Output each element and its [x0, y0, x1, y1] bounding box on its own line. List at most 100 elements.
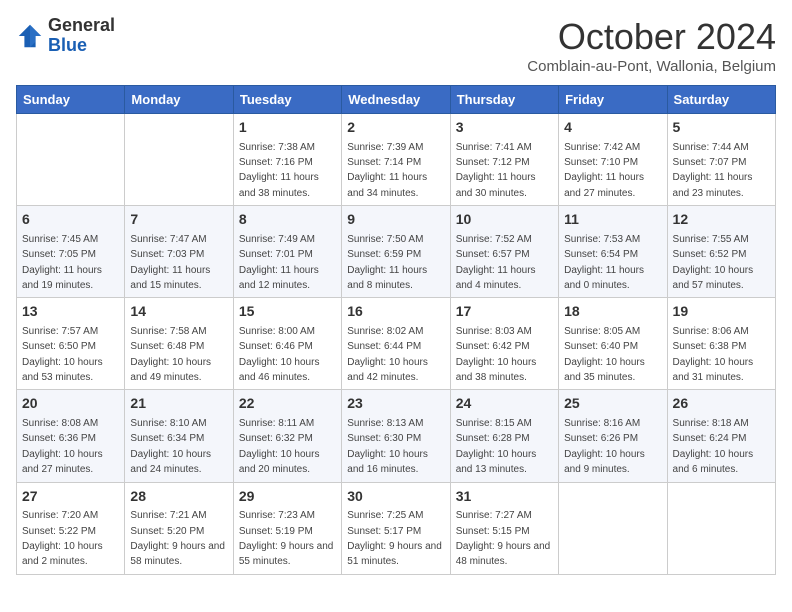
- calendar-cell: 12 Sunrise: 7:55 AM Sunset: 6:52 PM Dayli…: [667, 206, 775, 298]
- day-info: Sunrise: 7:42 AM Sunset: 7:10 PM Dayligh…: [564, 142, 647, 199]
- day-number: 7: [130, 210, 227, 230]
- day-info: Sunrise: 7:47 AM Sunset: 7:03 PM Dayligh…: [130, 234, 213, 291]
- day-info: Sunrise: 7:58 AM Sunset: 6:48 PM Dayligh…: [130, 326, 213, 383]
- calendar-cell: 15 Sunrise: 8:00 AM Sunset: 6:46 PM Dayli…: [233, 298, 341, 390]
- day-info: Sunrise: 8:06 AM Sunset: 6:38 PM Dayligh…: [673, 326, 756, 383]
- logo: General Blue: [16, 16, 115, 56]
- day-info: Sunrise: 7:41 AM Sunset: 7:12 PM Dayligh…: [456, 142, 539, 199]
- day-number: 25: [564, 394, 661, 414]
- day-number: 20: [22, 394, 119, 414]
- day-number: 18: [564, 302, 661, 322]
- calendar-week-row: 20 Sunrise: 8:08 AM Sunset: 6:36 PM Dayli…: [17, 390, 776, 482]
- calendar-week-row: 6Sunrise: 7:45 AM Sunset: 7:05 PM Daylig…: [17, 206, 776, 298]
- column-header-friday: Friday: [559, 86, 667, 114]
- day-info: Sunrise: 8:15 AM Sunset: 6:28 PM Dayligh…: [456, 418, 539, 475]
- calendar-cell: [17, 114, 125, 206]
- month-title: October 2024: [527, 16, 776, 58]
- day-number: 19: [673, 302, 770, 322]
- calendar-cell: [667, 482, 775, 574]
- day-number: 3: [456, 118, 553, 138]
- page-header: General Blue October 2024 Comblain-au-Po…: [16, 16, 776, 75]
- location-subtitle: Comblain-au-Pont, Wallonia, Belgium: [527, 58, 776, 75]
- day-info: Sunrise: 8:18 AM Sunset: 6:24 PM Dayligh…: [673, 418, 756, 475]
- column-header-wednesday: Wednesday: [342, 86, 450, 114]
- column-header-sunday: Sunday: [17, 86, 125, 114]
- column-header-thursday: Thursday: [450, 86, 558, 114]
- calendar-cell: 1 Sunrise: 7:38 AM Sunset: 7:16 PM Daylig…: [233, 114, 341, 206]
- day-info: Sunrise: 8:00 AM Sunset: 6:46 PM Dayligh…: [239, 326, 322, 383]
- day-info: Sunrise: 7:53 AM Sunset: 6:54 PM Dayligh…: [564, 234, 647, 291]
- day-number: 28: [130, 487, 227, 507]
- day-info: Sunrise: 7:25 AM Sunset: 5:17 PM Dayligh…: [347, 510, 444, 567]
- day-info: Sunrise: 8:02 AM Sunset: 6:44 PM Dayligh…: [347, 326, 430, 383]
- calendar-cell: 25 Sunrise: 8:16 AM Sunset: 6:26 PM Dayli…: [559, 390, 667, 482]
- day-info: Sunrise: 7:52 AM Sunset: 6:57 PM Dayligh…: [456, 234, 539, 291]
- calendar-cell: 26 Sunrise: 8:18 AM Sunset: 6:24 PM Dayli…: [667, 390, 775, 482]
- day-number: 9: [347, 210, 444, 230]
- calendar-cell: 5Sunrise: 7:44 AM Sunset: 7:07 PM Daylig…: [667, 114, 775, 206]
- day-number: 16: [347, 302, 444, 322]
- calendar-cell: 10 Sunrise: 7:52 AM Sunset: 6:57 PM Dayli…: [450, 206, 558, 298]
- calendar-cell: 13 Sunrise: 7:57 AM Sunset: 6:50 PM Dayli…: [17, 298, 125, 390]
- calendar-cell: 30 Sunrise: 7:25 AM Sunset: 5:17 PM Dayli…: [342, 482, 450, 574]
- calendar-cell: 2 Sunrise: 7:39 AM Sunset: 7:14 PM Daylig…: [342, 114, 450, 206]
- day-info: Sunrise: 7:49 AM Sunset: 7:01 PM Dayligh…: [239, 234, 322, 291]
- day-number: 17: [456, 302, 553, 322]
- day-number: 14: [130, 302, 227, 322]
- calendar-cell: [559, 482, 667, 574]
- calendar-cell: 21 Sunrise: 8:10 AM Sunset: 6:34 PM Dayli…: [125, 390, 233, 482]
- calendar-cell: 27Sunrise: 7:20 AM Sunset: 5:22 PM Dayli…: [17, 482, 125, 574]
- day-number: 13: [22, 302, 119, 322]
- calendar-cell: 9 Sunrise: 7:50 AM Sunset: 6:59 PM Daylig…: [342, 206, 450, 298]
- day-number: 4: [564, 118, 661, 138]
- day-info: Sunrise: 8:03 AM Sunset: 6:42 PM Dayligh…: [456, 326, 539, 383]
- day-info: Sunrise: 8:13 AM Sunset: 6:30 PM Dayligh…: [347, 418, 430, 475]
- calendar-cell: 6Sunrise: 7:45 AM Sunset: 7:05 PM Daylig…: [17, 206, 125, 298]
- calendar-cell: 14 Sunrise: 7:58 AM Sunset: 6:48 PM Dayli…: [125, 298, 233, 390]
- calendar-cell: 22 Sunrise: 8:11 AM Sunset: 6:32 PM Dayli…: [233, 390, 341, 482]
- day-number: 12: [673, 210, 770, 230]
- day-number: 24: [456, 394, 553, 414]
- day-info: Sunrise: 7:23 AM Sunset: 5:19 PM Dayligh…: [239, 510, 336, 567]
- day-info: Sunrise: 8:16 AM Sunset: 6:26 PM Dayligh…: [564, 418, 647, 475]
- calendar-cell: 29 Sunrise: 7:23 AM Sunset: 5:19 PM Dayli…: [233, 482, 341, 574]
- day-info: Sunrise: 7:21 AM Sunset: 5:20 PM Dayligh…: [130, 510, 227, 567]
- day-number: 15: [239, 302, 336, 322]
- day-info: Sunrise: 7:57 AM Sunset: 6:50 PM Dayligh…: [22, 326, 105, 383]
- calendar-cell: 31Sunrise: 7:27 AM Sunset: 5:15 PM Dayli…: [450, 482, 558, 574]
- logo-general-text: General: [48, 15, 115, 35]
- day-info: Sunrise: 7:38 AM Sunset: 7:16 PM Dayligh…: [239, 142, 322, 199]
- day-number: 26: [673, 394, 770, 414]
- calendar-cell: 20 Sunrise: 8:08 AM Sunset: 6:36 PM Dayli…: [17, 390, 125, 482]
- day-info: Sunrise: 7:27 AM Sunset: 5:15 PM Dayligh…: [456, 510, 553, 567]
- calendar-table: SundayMondayTuesdayWednesdayThursdayFrid…: [16, 85, 776, 575]
- day-info: Sunrise: 8:08 AM Sunset: 6:36 PM Dayligh…: [22, 418, 105, 475]
- day-info: Sunrise: 7:39 AM Sunset: 7:14 PM Dayligh…: [347, 142, 430, 199]
- day-info: Sunrise: 8:05 AM Sunset: 6:40 PM Dayligh…: [564, 326, 647, 383]
- day-number: 5: [673, 118, 770, 138]
- day-number: 21: [130, 394, 227, 414]
- calendar-cell: 4 Sunrise: 7:42 AM Sunset: 7:10 PM Daylig…: [559, 114, 667, 206]
- column-header-saturday: Saturday: [667, 86, 775, 114]
- day-number: 30: [347, 487, 444, 507]
- day-info: Sunrise: 7:50 AM Sunset: 6:59 PM Dayligh…: [347, 234, 430, 291]
- calendar-cell: 7 Sunrise: 7:47 AM Sunset: 7:03 PM Daylig…: [125, 206, 233, 298]
- calendar-cell: 24 Sunrise: 8:15 AM Sunset: 6:28 PM Dayli…: [450, 390, 558, 482]
- calendar-cell: 23Sunrise: 8:13 AM Sunset: 6:30 PM Dayli…: [342, 390, 450, 482]
- day-number: 1: [239, 118, 336, 138]
- day-info: Sunrise: 7:55 AM Sunset: 6:52 PM Dayligh…: [673, 234, 756, 291]
- day-info: Sunrise: 8:11 AM Sunset: 6:32 PM Dayligh…: [239, 418, 322, 475]
- day-info: Sunrise: 8:10 AM Sunset: 6:34 PM Dayligh…: [130, 418, 213, 475]
- calendar-week-row: 1 Sunrise: 7:38 AM Sunset: 7:16 PM Daylig…: [17, 114, 776, 206]
- day-number: 11: [564, 210, 661, 230]
- day-number: 29: [239, 487, 336, 507]
- day-number: 8: [239, 210, 336, 230]
- logo-blue-text: Blue: [48, 35, 87, 55]
- calendar-cell: 16 Sunrise: 8:02 AM Sunset: 6:44 PM Dayli…: [342, 298, 450, 390]
- day-number: 2: [347, 118, 444, 138]
- day-number: 22: [239, 394, 336, 414]
- title-block: October 2024 Comblain-au-Pont, Wallonia,…: [527, 16, 776, 75]
- day-number: 10: [456, 210, 553, 230]
- calendar-cell: 17 Sunrise: 8:03 AM Sunset: 6:42 PM Dayli…: [450, 298, 558, 390]
- calendar-cell: 18 Sunrise: 8:05 AM Sunset: 6:40 PM Dayli…: [559, 298, 667, 390]
